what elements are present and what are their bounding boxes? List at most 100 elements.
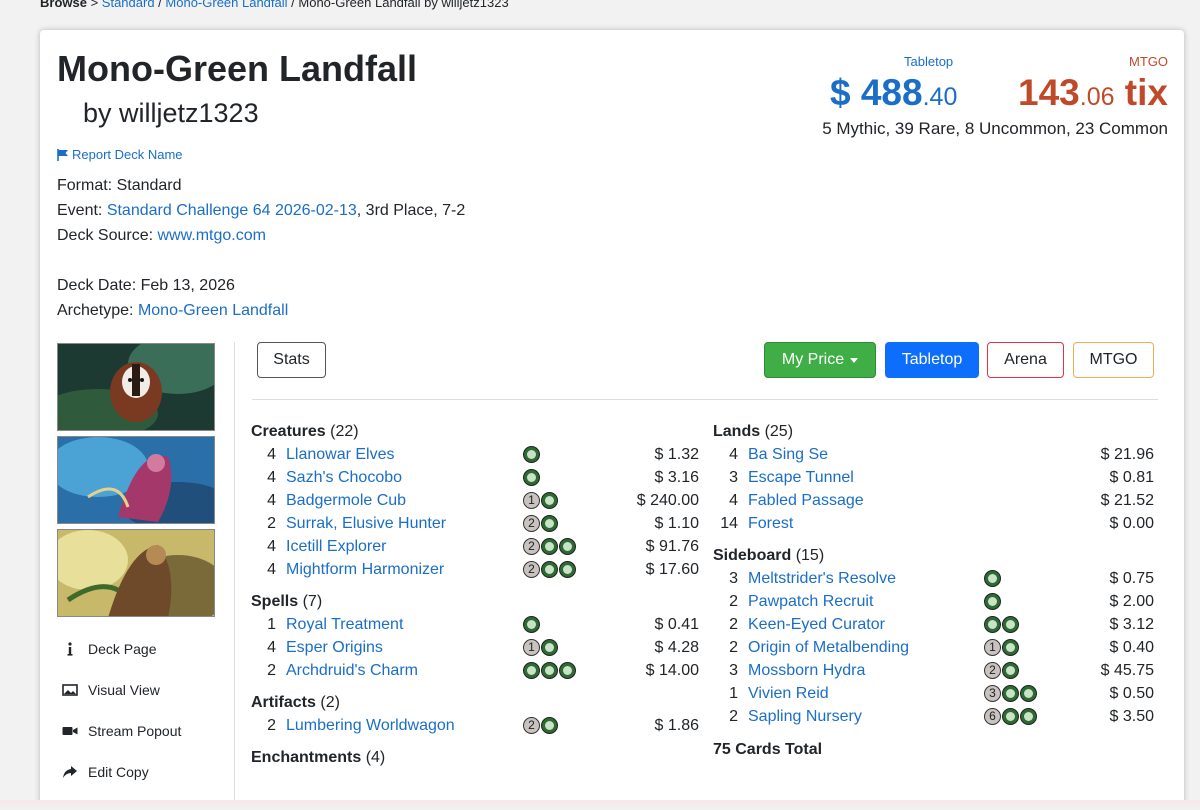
deck-page-link[interactable]: Deck Page — [62, 641, 156, 657]
mana-cost: 2 — [523, 717, 558, 734]
edit-copy-label: Edit Copy — [88, 764, 149, 780]
card-name-link[interactable]: Ba Sing Se — [748, 443, 828, 466]
caret-down-icon — [850, 357, 859, 363]
my-price-dropdown-button[interactable]: My Price — [764, 342, 876, 378]
mtgo-price: 143.06 tix — [1018, 72, 1168, 114]
card-name-link[interactable]: Llanowar Elves — [286, 443, 395, 466]
card-quantity: 2 — [267, 662, 276, 679]
section-heading: Spells (7) — [251, 590, 699, 613]
card-name-link[interactable]: Archdruid's Charm — [286, 659, 418, 682]
green-mana-icon — [523, 469, 540, 486]
section-heading-name: Creatures — [251, 423, 326, 440]
card-price: $ 4.28 — [654, 639, 699, 656]
card-name-link[interactable]: Sapling Nursery — [748, 705, 862, 728]
card-name-link[interactable]: Mightform Harmonizer — [286, 558, 444, 581]
card-art-thumbnail[interactable] — [57, 529, 215, 617]
green-mana-icon — [541, 538, 558, 555]
card-quantity: 14 — [720, 515, 738, 532]
stats-button[interactable]: Stats — [257, 342, 326, 378]
section-heading-name: Lands — [713, 423, 761, 440]
source-link[interactable]: www.mtgo.com — [158, 227, 266, 244]
mtgo-price-unit: tix — [1114, 72, 1168, 113]
event-link[interactable]: Standard Challenge 64 2026-02-13 — [107, 202, 357, 219]
card-price: $ 45.75 — [1100, 662, 1154, 679]
section-heading-count: (15) — [795, 547, 825, 564]
tabletop-price-whole: $ 488 — [830, 72, 923, 113]
cards-total: 75 Cards Total — [713, 741, 823, 758]
card-price: $ 14.00 — [645, 662, 699, 679]
card-name-link[interactable]: Escape Tunnel — [748, 466, 854, 489]
stream-popout-link[interactable]: Stream Popout — [62, 723, 181, 739]
mana-cost — [523, 616, 540, 633]
mana-cost — [523, 662, 576, 679]
card-name-link[interactable]: Forest — [748, 512, 793, 535]
card-name-link[interactable]: Esper Origins — [286, 636, 383, 659]
card-price: $ 2.00 — [1109, 593, 1154, 610]
section-heading-count: (7) — [302, 593, 323, 610]
card-name-link[interactable]: Icetill Explorer — [286, 535, 386, 558]
report-deck-name-link[interactable]: Report Deck Name — [57, 147, 183, 162]
card-quantity: 4 — [729, 492, 738, 509]
card-name-link[interactable]: Royal Treatment — [286, 613, 403, 636]
card-name-link[interactable]: Surrak, Elusive Hunter — [286, 512, 446, 535]
card-name-link[interactable]: Meltstrider's Resolve — [748, 567, 896, 590]
format-label: Format: — [57, 177, 113, 194]
window-bottom-edge — [0, 800, 1200, 810]
card-quantity: 2 — [729, 616, 738, 633]
card-price: $ 3.12 — [1109, 616, 1154, 633]
mtgo-button[interactable]: MTGO — [1073, 342, 1154, 378]
card-quantity: 4 — [267, 446, 276, 463]
card-name-link[interactable]: Sazh's Chocobo — [286, 466, 402, 489]
card-quantity: 2 — [729, 639, 738, 656]
card-name-link[interactable]: Keen-Eyed Curator — [748, 613, 885, 636]
green-mana-icon — [984, 593, 1001, 610]
green-mana-icon — [541, 639, 558, 656]
card-quantity: 2 — [729, 593, 738, 610]
card-name-link[interactable]: Lumbering Worldwagon — [286, 714, 455, 737]
card-row: 2 Pawpatch Recruit $ 2.00 — [713, 590, 1167, 613]
card-art-thumbnail[interactable] — [57, 436, 215, 524]
card-quantity: 3 — [729, 469, 738, 486]
green-mana-icon — [559, 561, 576, 578]
deck-author: by willjetz1323 — [83, 98, 259, 128]
green-mana-icon — [559, 538, 576, 555]
horizontal-divider — [252, 399, 1158, 400]
arena-button[interactable]: Arena — [987, 342, 1064, 378]
card-name-link[interactable]: Pawpatch Recruit — [748, 590, 873, 613]
card-quantity: 4 — [729, 446, 738, 463]
card-price: $ 1.32 — [654, 446, 699, 463]
green-mana-icon — [523, 662, 540, 679]
card-name-link[interactable]: Fabled Passage — [748, 489, 864, 512]
rarity-summary: 5 Mythic, 39 Rare, 8 Uncommon, 23 Common — [822, 119, 1168, 138]
card-art-image — [58, 437, 214, 523]
card-name-link[interactable]: Mossborn Hydra — [748, 659, 865, 682]
mtgo-price-label: MTGO — [1129, 54, 1168, 69]
breadcrumb-archetype-link[interactable]: Mono-Green Landfall — [165, 0, 287, 10]
section-heading-name: Sideboard — [713, 547, 792, 564]
card-row: 2 Lumbering Worldwagon 2 $ 1.86 — [251, 714, 699, 737]
breadcrumb-format-link[interactable]: Standard — [102, 0, 155, 10]
card-name-link[interactable]: Vivien Reid — [748, 682, 829, 705]
archetype-line: Archetype: Mono-Green Landfall — [57, 302, 288, 320]
section-heading-name: Enchantments — [251, 749, 362, 766]
edit-copy-link[interactable]: Edit Copy — [62, 764, 149, 780]
tabletop-button[interactable]: Tabletop — [885, 342, 979, 378]
section-heading: Lands (25) — [713, 420, 1167, 443]
mana-cost — [984, 570, 1001, 587]
green-mana-icon — [1020, 708, 1037, 725]
mana-cost: 2 — [523, 515, 558, 532]
generic-mana-icon: 1 — [523, 639, 540, 656]
section-heading: Creatures (22) — [251, 420, 699, 443]
card-name-link[interactable]: Badgermole Cub — [286, 489, 406, 512]
video-camera-icon — [62, 727, 78, 735]
source-label: Deck Source: — [57, 227, 154, 244]
card-name-link[interactable]: Origin of Metalbending — [748, 636, 909, 659]
generic-mana-icon: 2 — [984, 662, 1001, 679]
visual-view-link[interactable]: Visual View — [62, 682, 160, 698]
archetype-link[interactable]: Mono-Green Landfall — [138, 302, 288, 319]
date-label: Deck Date: — [57, 277, 137, 294]
card-price: $ 0.00 — [1109, 515, 1154, 532]
card-art-thumbnail[interactable] — [57, 343, 215, 431]
card-row: 3 Escape Tunnel $ 0.81 — [713, 466, 1167, 489]
card-quantity: 1 — [267, 616, 276, 633]
